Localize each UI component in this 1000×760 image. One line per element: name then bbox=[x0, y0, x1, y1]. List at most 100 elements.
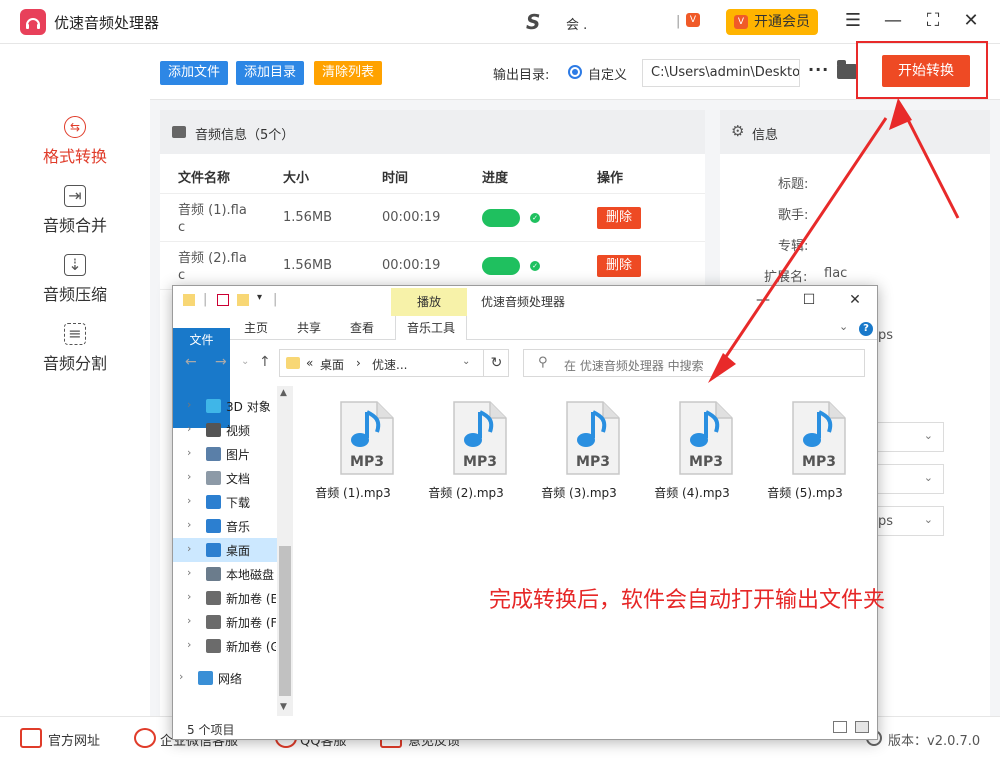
custom-radio[interactable] bbox=[568, 65, 582, 79]
delete-button[interactable]: 删除 bbox=[597, 207, 641, 229]
maximize-icon[interactable]: ⛶ bbox=[921, 10, 945, 34]
expand-chevron-icon[interactable]: › bbox=[187, 614, 191, 627]
breadcrumb-desktop[interactable]: 桌面 bbox=[320, 356, 344, 373]
back-arrow-icon[interactable]: ← bbox=[185, 354, 197, 370]
table-row[interactable]: 音频 (2).fla c 1.56MB 00:00:19 ✓ 删除 bbox=[160, 242, 705, 290]
sidebar-item-format-convert[interactable]: ⇆ 格式转换 bbox=[0, 116, 150, 176]
large-icons-view-icon[interactable] bbox=[855, 721, 869, 733]
nav-item-drive[interactable]: › 新加卷 (F bbox=[173, 610, 277, 634]
navigation-bar: ← → ⌄ ↑ « 桌面 › 优速... ⌄ ↻ ⚲ 在 优速音频处理器 中搜索 bbox=[173, 340, 877, 386]
quick-access-dropdown-icon[interactable]: ▾ bbox=[257, 292, 262, 303]
breadcrumb-separator: › bbox=[356, 356, 361, 370]
sidebar: ⇆ 格式转换 ⇥ 音频合并 ⇣ 音频压缩 ≡ 音频分割 bbox=[0, 44, 150, 716]
expand-chevron-icon[interactable]: › bbox=[179, 670, 183, 683]
refresh-icon[interactable]: ↻ bbox=[483, 350, 509, 376]
vip-button[interactable]: V 开通会员 bbox=[726, 9, 818, 35]
table-header: 文件名称 大小 时间 进度 操作 bbox=[160, 154, 705, 194]
minimize-icon[interactable]: — bbox=[881, 10, 905, 34]
delete-button[interactable]: 删除 bbox=[597, 255, 641, 277]
file-item[interactable]: MP3 音频 (2).mp3 bbox=[416, 398, 516, 500]
nav-item-documents[interactable]: › 文档 bbox=[173, 466, 277, 490]
close-icon[interactable]: ✕ bbox=[959, 10, 983, 34]
tab-music-tools[interactable]: 音乐工具 bbox=[395, 316, 467, 340]
up-arrow-icon[interactable]: ↑ bbox=[259, 354, 271, 370]
recent-dropdown-icon[interactable]: ⌄ bbox=[241, 356, 249, 367]
pictures-icon bbox=[206, 447, 221, 461]
expand-chevron-icon[interactable]: › bbox=[187, 446, 191, 459]
audio-split-icon: ≡ bbox=[64, 323, 86, 345]
expand-chevron-icon[interactable]: › bbox=[187, 422, 191, 435]
properties-icon[interactable] bbox=[217, 294, 229, 306]
nav-item-3d-objects[interactable]: › 3D 对象 bbox=[173, 394, 277, 418]
bitrate-select[interactable]: ps ⌄ bbox=[878, 506, 944, 536]
file-name: 音频 (2).fla bbox=[178, 251, 247, 266]
sidebar-item-audio-merge[interactable]: ⇥ 音频合并 bbox=[0, 185, 150, 245]
title-bar: 优速音频处理器 S 会 . | V V 开通会员 ☰ — ⛶ ✕ bbox=[0, 0, 1000, 44]
expand-chevron-icon[interactable]: › bbox=[187, 638, 191, 651]
tab-view[interactable]: 查看 bbox=[347, 316, 377, 340]
scroll-down-icon[interactable]: ▼ bbox=[280, 702, 287, 712]
nav-item-local-disk[interactable]: › 本地磁盘 bbox=[173, 562, 277, 586]
website-icon bbox=[20, 728, 42, 748]
scrollbar-thumb[interactable] bbox=[279, 546, 291, 696]
clear-list-button[interactable]: 清除列表 bbox=[314, 61, 383, 85]
music-icon bbox=[206, 519, 221, 533]
ribbon-expand-icon[interactable]: ⌄ bbox=[839, 320, 848, 333]
address-bar[interactable]: « 桌面 › 优速... ⌄ ↻ bbox=[279, 349, 509, 377]
more-options-button[interactable]: ··· bbox=[808, 60, 829, 79]
user-logo-icon: S bbox=[526, 10, 541, 34]
scroll-up-icon[interactable]: ▲ bbox=[280, 388, 287, 398]
channel-select[interactable]: ⌄ bbox=[878, 464, 944, 494]
bitrate-partial-text: ps bbox=[878, 328, 894, 343]
navigation-scrollbar[interactable]: ▲ ▼ bbox=[277, 386, 293, 716]
nav-item-drive[interactable]: › 新加卷 (G bbox=[173, 634, 277, 658]
file-item[interactable]: MP3 音频 (4).mp3 bbox=[642, 398, 742, 500]
expand-chevron-icon[interactable]: › bbox=[187, 470, 191, 483]
new-folder-icon[interactable] bbox=[237, 294, 249, 306]
custom-radio-label[interactable]: 自定义 bbox=[588, 64, 627, 83]
official-site-link[interactable]: 官方网址 bbox=[48, 730, 100, 749]
nav-item-label: 新加卷 (E bbox=[226, 592, 276, 606]
sidebar-item-audio-compress[interactable]: ⇣ 音频压缩 bbox=[0, 254, 150, 314]
search-input[interactable]: ⚲ 在 优速音频处理器 中搜索 bbox=[523, 349, 865, 377]
table-row[interactable]: 音频 (1).fla c 1.56MB 00:00:19 ✓ 删除 bbox=[160, 194, 705, 242]
help-icon[interactable]: ? bbox=[859, 322, 873, 336]
minimize-icon[interactable]: — bbox=[753, 290, 773, 310]
expand-chevron-icon[interactable]: › bbox=[187, 590, 191, 603]
tab-home[interactable]: 主页 bbox=[241, 316, 271, 340]
vip-badge-icon: V bbox=[686, 13, 700, 27]
nav-item-network[interactable]: › 网络 bbox=[165, 666, 269, 690]
album-label: 专辑: bbox=[778, 239, 809, 254]
tab-share[interactable]: 共享 bbox=[294, 316, 324, 340]
local-disk-icon bbox=[206, 567, 221, 581]
output-path-field[interactable]: C:\Users\admin\Deskto bbox=[642, 59, 800, 87]
user-name[interactable]: 会 . bbox=[566, 14, 587, 33]
expand-chevron-icon[interactable]: › bbox=[187, 494, 191, 507]
nav-item-drive[interactable]: › 新加卷 (E bbox=[173, 586, 277, 610]
close-icon[interactable]: ✕ bbox=[845, 290, 865, 310]
chevron-down-icon[interactable]: ⌄ bbox=[462, 356, 470, 367]
add-directory-button[interactable]: 添加目录 bbox=[236, 61, 305, 85]
file-item[interactable]: MP3 音频 (5).mp3 bbox=[755, 398, 855, 500]
format-select[interactable]: ⌄ bbox=[878, 422, 944, 452]
file-item[interactable]: MP3 音频 (3).mp3 bbox=[529, 398, 629, 500]
nav-item-desktop[interactable]: › 桌面 bbox=[173, 538, 277, 562]
expand-chevron-icon[interactable]: › bbox=[187, 518, 191, 531]
open-folder-icon[interactable] bbox=[837, 60, 857, 79]
expand-chevron-icon[interactable]: › bbox=[187, 566, 191, 579]
context-tab-play[interactable]: 播放 bbox=[391, 288, 467, 316]
forward-arrow-icon[interactable]: → bbox=[215, 354, 227, 370]
expand-chevron-icon[interactable]: › bbox=[187, 542, 191, 555]
nav-item-music[interactable]: › 音乐 bbox=[173, 514, 277, 538]
nav-item-pictures[interactable]: › 图片 bbox=[173, 442, 277, 466]
add-file-button[interactable]: 添加文件 bbox=[160, 61, 229, 85]
file-item[interactable]: MP3 音频 (1).mp3 bbox=[303, 398, 403, 500]
nav-item-download[interactable]: › 下载 bbox=[173, 490, 277, 514]
breadcrumb-current[interactable]: 优速... bbox=[372, 356, 407, 373]
menu-icon[interactable]: ☰ bbox=[841, 10, 865, 34]
expand-chevron-icon[interactable]: › bbox=[187, 398, 191, 411]
details-view-icon[interactable] bbox=[833, 721, 847, 733]
maximize-icon[interactable]: ☐ bbox=[799, 290, 819, 310]
sidebar-item-audio-split[interactable]: ≡ 音频分割 bbox=[0, 323, 150, 383]
nav-item-video[interactable]: › 视频 bbox=[173, 418, 277, 442]
